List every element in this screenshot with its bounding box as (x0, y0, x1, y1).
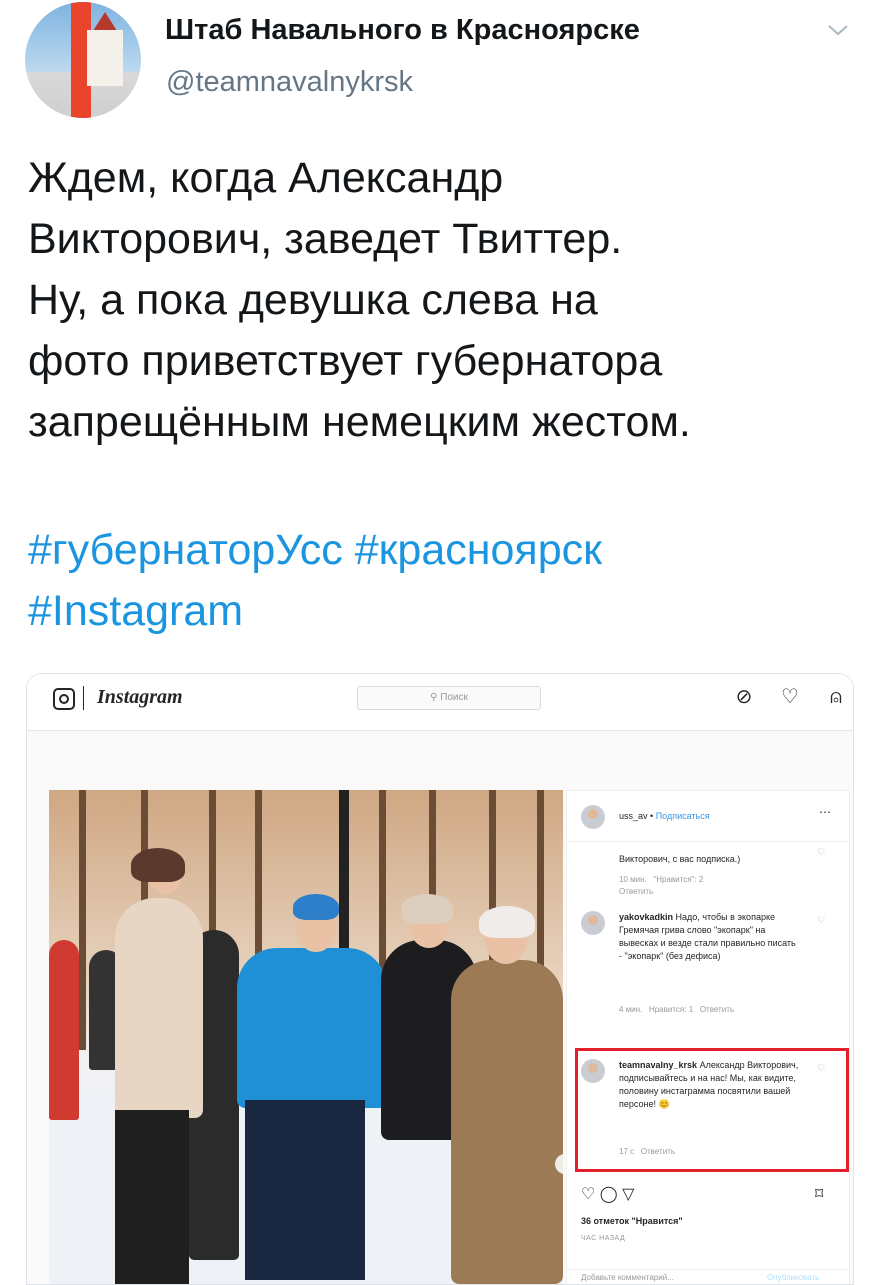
follow-link: Подписаться (655, 811, 710, 821)
tweet-text-line: фото приветствует губернатора (28, 337, 663, 385)
likes-count: 36 отметок "Нравится" (581, 1216, 683, 1226)
person-legs (115, 1110, 189, 1284)
comment-1-text: Викторович, с вас подписка.) (619, 854, 741, 864)
search-icon: ⚲ (430, 692, 441, 703)
comment-1-reply: Ответить (619, 887, 654, 896)
tweet-text-line: Викторович, заведет Твиттер. (28, 215, 623, 263)
author-name[interactable]: Штаб Навального в Красноярске (165, 14, 640, 47)
comment-2-reply: Ответить (699, 1005, 735, 1014)
post-side-panel: uss_av • Подписаться ⋯ Викторович, с вас… (566, 790, 850, 1284)
comment-2-user: yakovkadkin (619, 912, 674, 922)
comment-1-meta: 10 мин. "Нравится": 2 (619, 875, 703, 884)
instagram-header: Instagram ⚲ Поиск ⊘ ♡ ⍝ (27, 674, 853, 731)
profile-avatar[interactable] (25, 2, 141, 118)
tweet-text-line: Ну, а пока девушка слева на (28, 276, 598, 324)
tweet-text: Ждем, когда Александр Викторович, заведе… (28, 148, 858, 453)
post-author-line: uss_av • Подписаться (619, 811, 710, 821)
commenter-avatar (581, 1059, 605, 1083)
comment-1-time: 10 мин. (619, 875, 647, 884)
comment-3: teamnavalny_krsk Александр Викторович, п… (619, 1059, 799, 1111)
add-comment-placeholder: Добавьте комментарий... (581, 1273, 674, 1282)
tweet-text-line: Ждем, когда Александр (28, 154, 504, 202)
comment-2-meta: 4 мин. Нравится: 1 Ответить (619, 1005, 734, 1014)
share-icon: ▽ (622, 1186, 635, 1203)
comment-heart-icon: ♡ (817, 915, 826, 925)
compass-icon: ⊘ (735, 686, 753, 708)
person-legs (245, 1100, 365, 1280)
search-input: ⚲ Поиск (357, 686, 541, 710)
comment-3-meta: 17 с Ответить (619, 1147, 675, 1156)
attached-image[interactable]: Instagram ⚲ Поиск ⊘ ♡ ⍝ › (26, 673, 854, 1285)
more-options-icon: ⋯ (819, 805, 831, 819)
person-man-blue-jacket (237, 948, 387, 1108)
instagram-camera-icon (53, 688, 75, 710)
add-comment-bar: Добавьте комментарий... Опубликовать (567, 1269, 849, 1284)
comment-2-time: 4 мин. (619, 1005, 643, 1014)
bookmark-icon: ⌑ (815, 1186, 824, 1203)
post-actions: ♡ ◯ ▽ (581, 1184, 634, 1204)
avatar-chapel (87, 30, 123, 86)
chevron-down-icon[interactable] (826, 22, 850, 38)
profile-icon: ⍝ (830, 686, 842, 708)
commenter-avatar (581, 911, 605, 935)
like-heart-icon: ♡ (581, 1186, 596, 1203)
comment-3-reply: Ответить (640, 1147, 675, 1156)
hashtag-line[interactable]: #губернаторУсс #красноярск (28, 520, 602, 581)
comment-3-user: teamnavalny_krsk (619, 1060, 698, 1070)
comment-2-likes: Нравится: 1 (648, 1005, 694, 1014)
person-hat (293, 894, 339, 920)
heart-icon: ♡ (781, 686, 799, 708)
instagram-logo: Instagram (97, 686, 183, 708)
search-placeholder: Поиск (440, 692, 468, 703)
comment-heart-icon: ♡ (817, 847, 826, 857)
comment-heart-icon: ♡ (817, 1063, 826, 1073)
comment-icon: ◯ (599, 1186, 618, 1203)
post-author-avatar (581, 805, 605, 829)
header-divider (83, 686, 84, 710)
person-hat (131, 848, 185, 882)
hashtag-line[interactable]: #Instagram (28, 581, 602, 642)
tweet-text-line: запрещённым немецким жестом. (28, 398, 691, 446)
person (49, 940, 79, 1120)
person-hat (401, 894, 453, 924)
publish-button: Опубликовать (767, 1273, 820, 1282)
author-handle[interactable]: @teamnavalnykrsk (166, 66, 413, 99)
post-author-name: uss_av (619, 811, 648, 821)
post-time: ЧАС НАЗАД (581, 1235, 626, 1242)
comment-2: yakovkadkin Надо, чтобы в экопарке Гремя… (619, 911, 799, 963)
person-woman-beige-coat (115, 898, 203, 1118)
hashtags[interactable]: #губернаторУсс #красноярск #Instagram (28, 520, 602, 642)
person-hat (479, 906, 535, 938)
comment-3-time: 17 с (619, 1147, 635, 1156)
post-author-row: uss_av • Подписаться ⋯ (567, 791, 849, 842)
person-woman-brown-coat (451, 960, 563, 1284)
post-photo: › (49, 790, 563, 1284)
tree (79, 790, 86, 1050)
comment-1-likes: "Нравится": 2 (653, 875, 704, 884)
